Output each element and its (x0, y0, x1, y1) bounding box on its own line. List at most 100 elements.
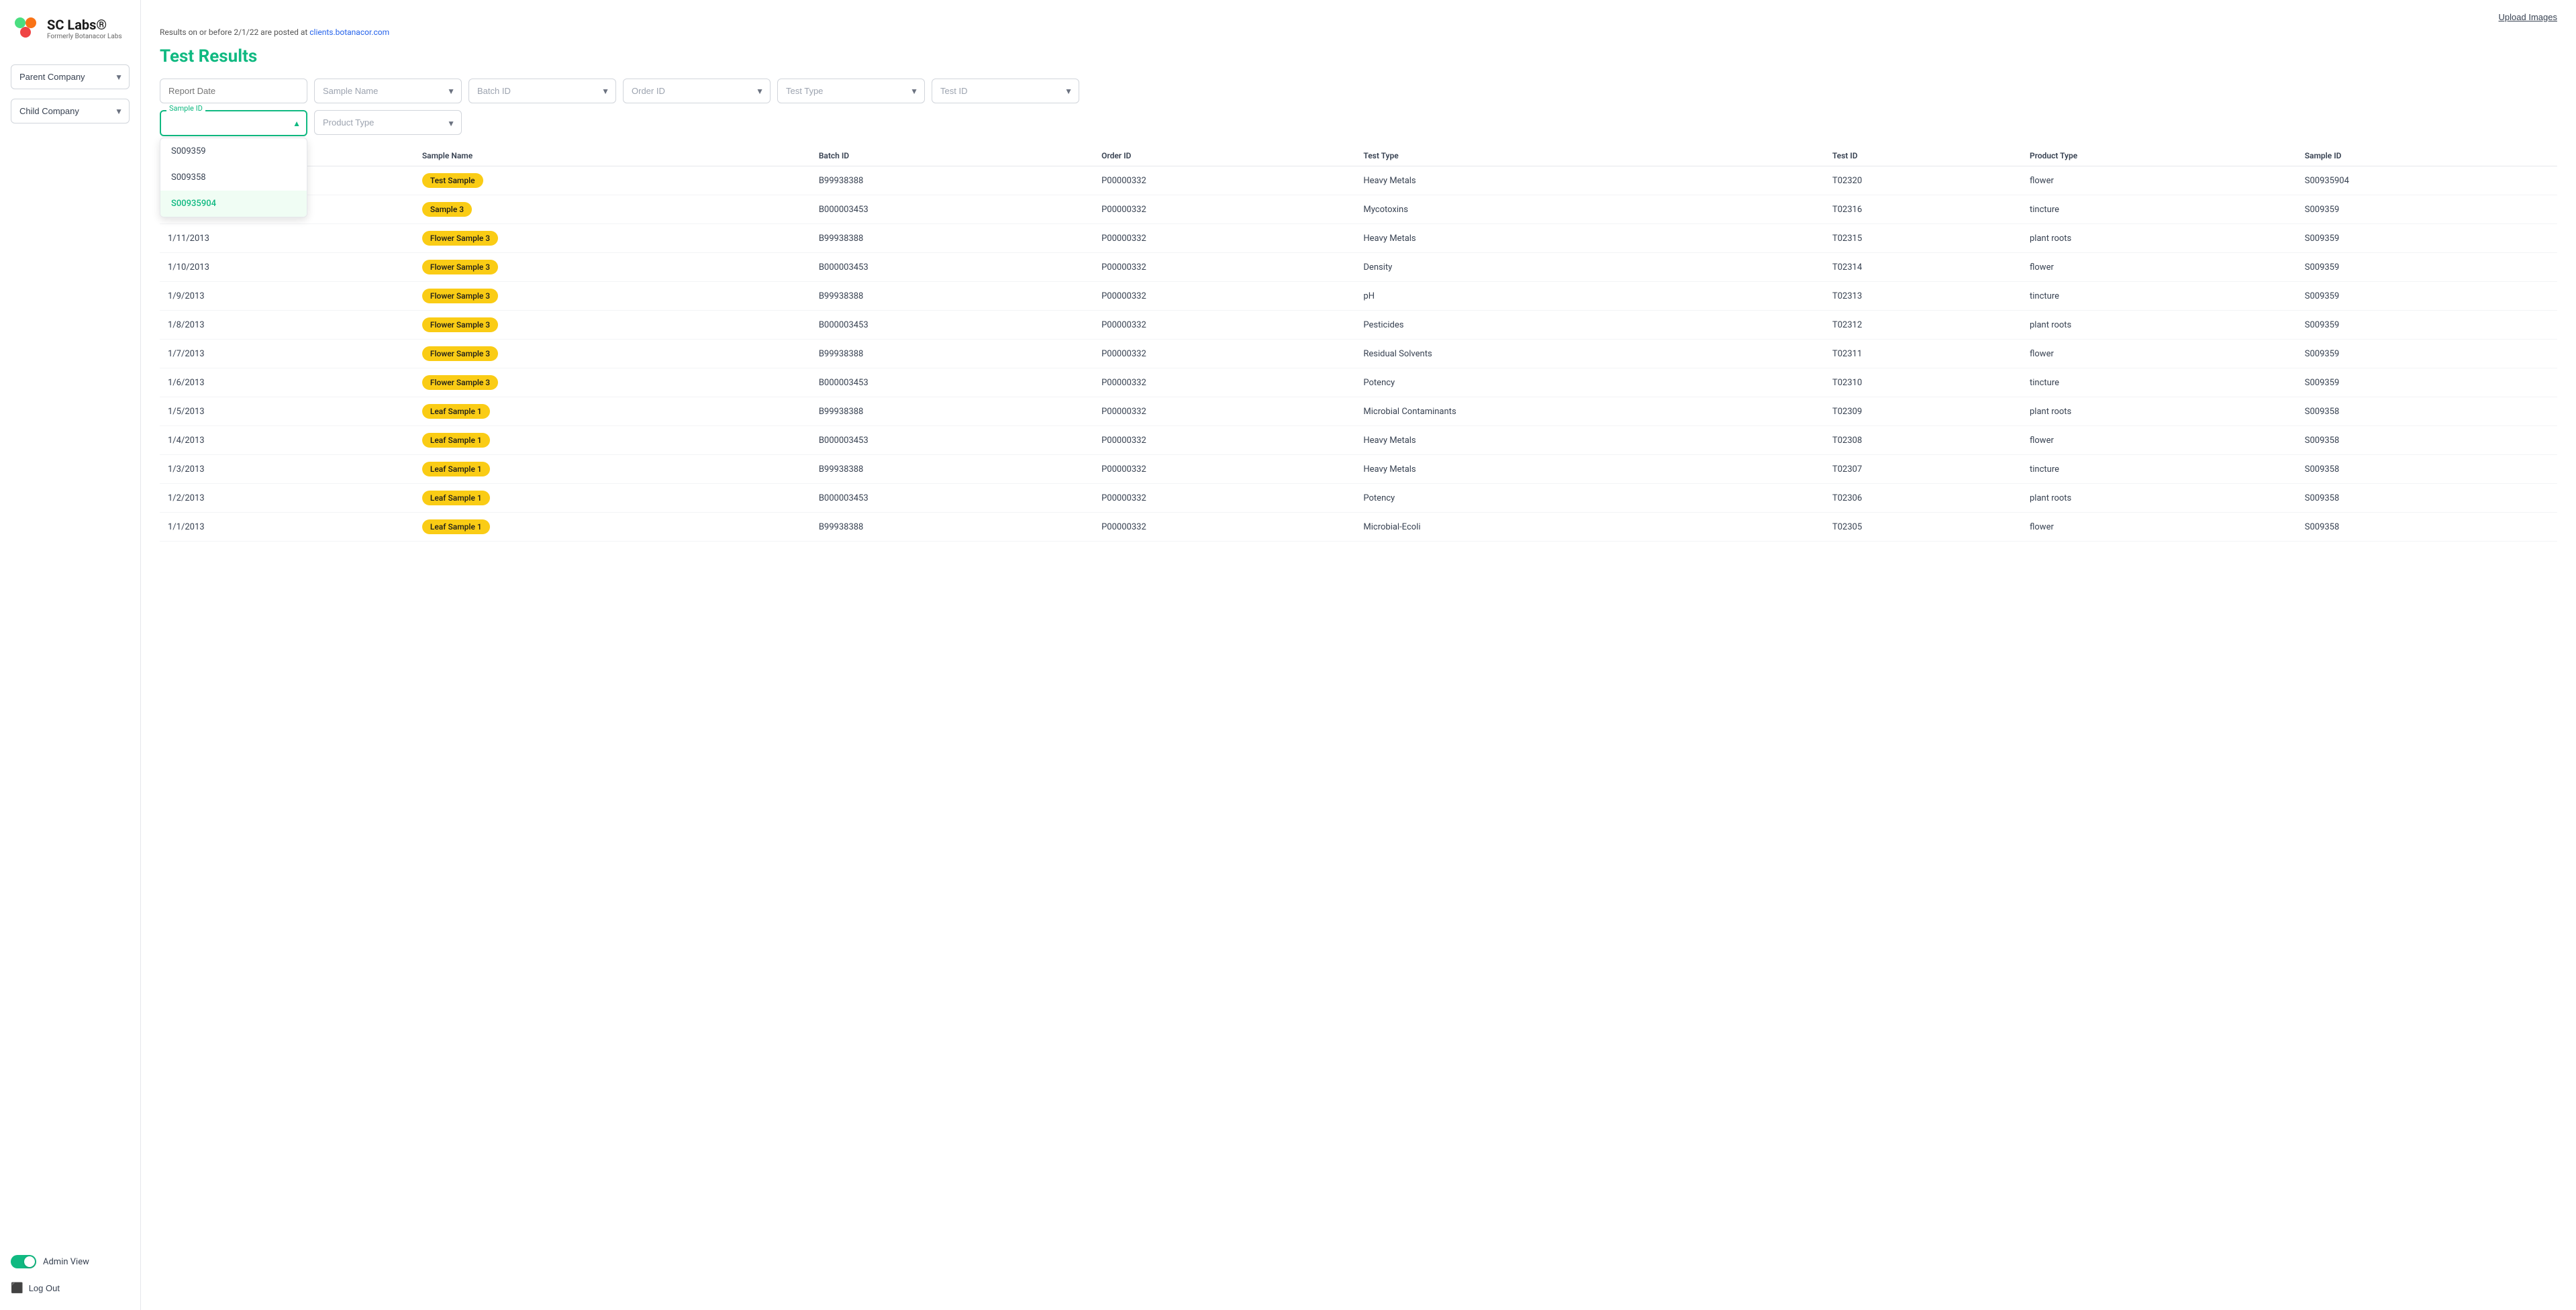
product-type-select[interactable]: Product Type (314, 110, 462, 135)
cell-sample-id: S009358 (2297, 397, 2557, 426)
sample-name-badge[interactable]: Flower Sample 3 (422, 375, 498, 390)
cell-order-id: P00000332 (1093, 253, 1355, 282)
cell-test-id: T02312 (1824, 311, 2022, 340)
cell-product-type: tincture (2022, 368, 2297, 397)
sample-name-badge[interactable]: Leaf Sample 1 (422, 462, 490, 476)
table-row: 1/5/2013 Leaf Sample 1 B99938388 P000003… (160, 397, 2557, 426)
cell-sample-id: S009359 (2297, 282, 2557, 311)
filter-row-2: Sample ID ▲ S009359 S009358 S00935904 Pr… (160, 110, 2557, 136)
upload-images-button[interactable]: Upload Images (2499, 12, 2557, 22)
sample-name-badge[interactable]: Leaf Sample 1 (422, 491, 490, 505)
sample-name-badge[interactable]: Flower Sample 3 (422, 231, 498, 246)
sample-name-badge[interactable]: Leaf Sample 1 (422, 404, 490, 419)
table-body: Test Sample B99938388 P00000332 Heavy Me… (160, 166, 2557, 542)
sample-name-badge[interactable]: Leaf Sample 1 (422, 519, 490, 534)
cell-test-type: Mycotoxins (1355, 195, 1824, 224)
cell-sample-name: Flower Sample 3 (414, 253, 811, 282)
admin-view-toggle[interactable] (11, 1255, 36, 1268)
logout-button[interactable]: ⬛ Log Out (11, 1279, 130, 1297)
cell-test-type: Pesticides (1355, 311, 1824, 340)
sample-menu-item-2[interactable]: S009358 (160, 164, 307, 191)
child-company-select[interactable]: Child Company (11, 99, 130, 123)
sample-menu-item-1[interactable]: S009359 (160, 138, 307, 164)
cell-test-type: Heavy Metals (1355, 224, 1824, 253)
test-id-select[interactable]: Test ID (932, 79, 1079, 103)
sample-name-badge[interactable]: Test Sample (422, 173, 483, 188)
table-row: 1/1/2013 Leaf Sample 1 B99938388 P000003… (160, 513, 2557, 542)
cell-report-date: 1/6/2013 (160, 368, 414, 397)
cell-test-id: T02310 (1824, 368, 2022, 397)
cell-sample-name: Flower Sample 3 (414, 224, 811, 253)
cell-batch-id: B000003453 (811, 311, 1093, 340)
cell-order-id: P00000332 (1093, 282, 1355, 311)
cell-test-type: pH (1355, 282, 1824, 311)
cell-report-date: 1/4/2013 (160, 426, 414, 455)
cell-sample-name: Flower Sample 3 (414, 282, 811, 311)
logo-area: SC Labs® Formerly Botanacor Labs (11, 13, 130, 43)
cell-report-date: 1/1/2013 (160, 513, 414, 542)
cell-test-id: T02306 (1824, 484, 2022, 513)
cell-test-id: T02315 (1824, 224, 2022, 253)
parent-company-dropdown[interactable]: Parent Company ▼ (11, 64, 130, 89)
sample-id-dropdown-menu: S009359 S009358 S00935904 (160, 138, 307, 217)
cell-test-type: Heavy Metals (1355, 166, 1824, 195)
cell-order-id: P00000332 (1093, 166, 1355, 195)
results-table: Report Date Sample Name Batch ID Order I… (160, 146, 2557, 542)
table-row: 1/6/2013 Flower Sample 3 B000003453 P000… (160, 368, 2557, 397)
cell-product-type: plant roots (2022, 311, 2297, 340)
cell-report-date: 1/2/2013 (160, 484, 414, 513)
cell-sample-id: S009359 (2297, 368, 2557, 397)
test-type-select[interactable]: Test Type (777, 79, 925, 103)
col-batch-id: Batch ID (811, 146, 1093, 166)
table-row: 1/10/2013 Flower Sample 3 B000003453 P00… (160, 253, 2557, 282)
cell-product-type: flower (2022, 340, 2297, 368)
sample-name-badge[interactable]: Sample 3 (422, 202, 472, 217)
cell-test-id: T02309 (1824, 397, 2022, 426)
batch-id-select[interactable]: Batch ID (468, 79, 616, 103)
product-type-filter-wrap: Product Type ▼ (314, 110, 462, 136)
botanacor-link[interactable]: clients.botanacor.com (309, 28, 389, 37)
batch-id-filter-wrap: Batch ID ▼ (468, 79, 616, 103)
sample-id-input[interactable] (160, 110, 307, 136)
results-table-wrap: Report Date Sample Name Batch ID Order I… (160, 146, 2557, 542)
table-row: Test Sample B99938388 P00000332 Heavy Me… (160, 166, 2557, 195)
sidebar-bottom: Admin View ⬛ Log Out (11, 1255, 130, 1297)
cell-sample-id: S009359 (2297, 311, 2557, 340)
cell-test-type: Potency (1355, 368, 1824, 397)
order-id-select[interactable]: Order ID (623, 79, 771, 103)
cell-sample-id: S009358 (2297, 484, 2557, 513)
sample-name-badge[interactable]: Flower Sample 3 (422, 346, 498, 361)
cell-batch-id: B99938388 (811, 513, 1093, 542)
cell-sample-id: S009358 (2297, 455, 2557, 484)
table-row: 1/4/2013 Leaf Sample 1 B000003453 P00000… (160, 426, 2557, 455)
cell-report-date: 1/5/2013 (160, 397, 414, 426)
cell-report-date: 1/11/2013 (160, 224, 414, 253)
sample-menu-item-3[interactable]: S00935904 (160, 191, 307, 217)
cell-sample-id: S009359 (2297, 340, 2557, 368)
cell-batch-id: B000003453 (811, 253, 1093, 282)
order-id-filter-wrap: Order ID ▼ (623, 79, 771, 103)
admin-view-toggle-row: Admin View (11, 1255, 130, 1268)
sample-name-select[interactable]: Sample Name (314, 79, 462, 103)
logo-title: SC Labs® (47, 17, 122, 33)
report-date-input[interactable] (160, 79, 307, 103)
cell-report-date: 1/10/2013 (160, 253, 414, 282)
cell-product-type: tincture (2022, 282, 2297, 311)
sample-name-badge[interactable]: Flower Sample 3 (422, 260, 498, 274)
cell-order-id: P00000332 (1093, 368, 1355, 397)
sample-name-badge[interactable]: Flower Sample 3 (422, 317, 498, 332)
cell-product-type: flower (2022, 166, 2297, 195)
sample-name-badge[interactable]: Leaf Sample 1 (422, 433, 490, 448)
cell-batch-id: B99938388 (811, 282, 1093, 311)
cell-order-id: P00000332 (1093, 426, 1355, 455)
filter-row-1: Sample Name ▼ Batch ID ▼ Order ID ▼ Test… (160, 79, 2557, 103)
page-title: Test Results (160, 46, 2557, 66)
cell-report-date: 1/9/2013 (160, 282, 414, 311)
sample-name-badge[interactable]: Flower Sample 3 (422, 289, 498, 303)
parent-company-select[interactable]: Parent Company (11, 64, 130, 89)
table-row: 1/9/2013 Flower Sample 3 B99938388 P0000… (160, 282, 2557, 311)
cell-batch-id: B99938388 (811, 340, 1093, 368)
cell-sample-id: S009359 (2297, 253, 2557, 282)
child-company-dropdown[interactable]: Child Company ▼ (11, 99, 130, 123)
cell-product-type: plant roots (2022, 397, 2297, 426)
